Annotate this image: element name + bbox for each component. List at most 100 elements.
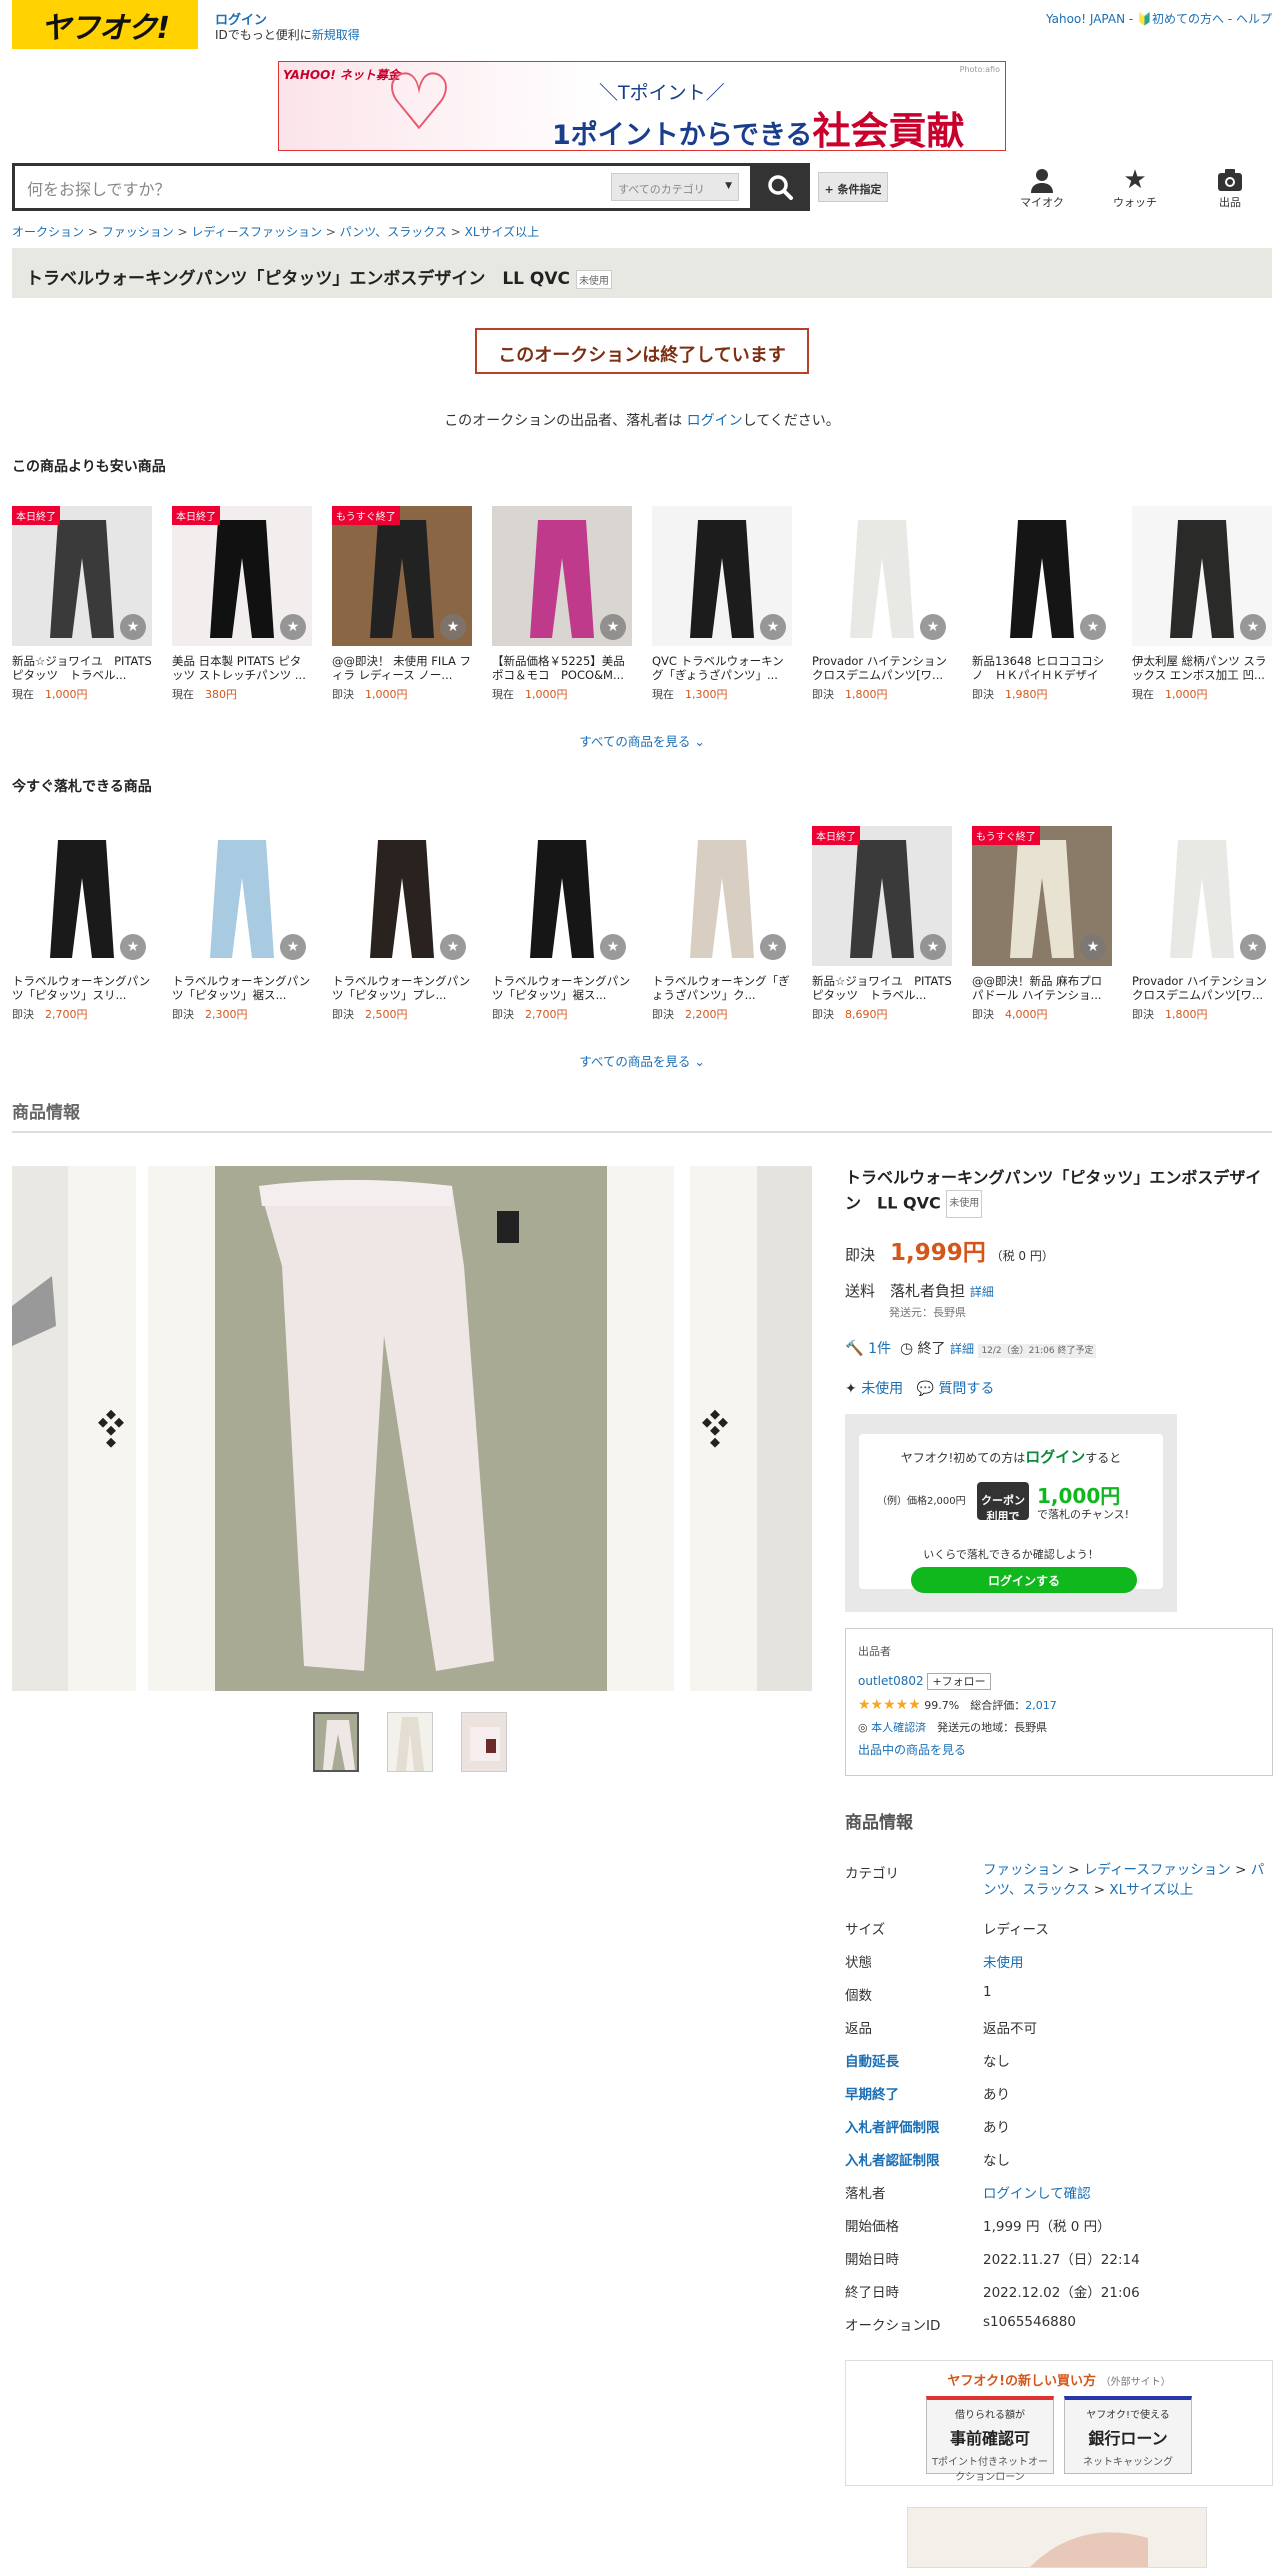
loan-card-2[interactable]: ヤフオク!で使える 銀行ローン ネットキャッシング <box>1064 2396 1192 2474</box>
watch-star-icon[interactable]: ★ <box>440 934 466 960</box>
product-name[interactable]: 新品13648 ヒロコココシノ ＨＫパイＨＫデザイン... <box>972 654 1112 682</box>
bids-link[interactable]: 1件 <box>868 1341 891 1357</box>
product-thumbnail[interactable]: ★ <box>172 826 312 966</box>
category-link[interactable]: ファッション <box>983 1862 1064 1878</box>
breadcrumb-item[interactable]: XLサイズ以上 <box>465 225 540 239</box>
product-thumbnail[interactable]: ★ <box>12 826 152 966</box>
watch-star-icon[interactable]: ★ <box>600 614 626 640</box>
category-link[interactable]: レディースファッション <box>1084 1862 1231 1878</box>
status-detail-link[interactable]: 詳細 <box>950 1342 974 1356</box>
product-thumbnail[interactable]: 本日終了 ★ <box>812 826 952 966</box>
login-notice-link[interactable]: ログイン <box>687 413 743 429</box>
search-input[interactable]: 何をお探しですか？ <box>27 176 171 200</box>
category-select[interactable]: すべてのカテゴリ <box>611 173 739 201</box>
watch-star-icon[interactable]: ★ <box>440 614 466 640</box>
product-card[interactable]: もうすぐ終了 ★ @@即決！ 未使用 FILA フィラ レディース ノー... 即決 … <box>332 506 472 702</box>
help-link[interactable]: ヘルプ <box>1236 12 1272 26</box>
watch-button[interactable]: ★ ウォッチ <box>1105 166 1165 210</box>
product-thumbnail[interactable]: ★ <box>652 826 792 966</box>
product-thumbnail[interactable]: 本日終了 ★ <box>172 506 312 646</box>
watch-star-icon[interactable]: ★ <box>1240 614 1266 640</box>
spec-key[interactable]: 早期終了 <box>845 2083 899 2103</box>
product-thumbnail[interactable]: ★ <box>652 506 792 646</box>
condition-link[interactable]: 未使用 <box>861 1381 903 1397</box>
product-card[interactable]: ★ トラベルウォーキングパンツ「ピタッツ」スリ... 即決 2,700円 <box>12 826 152 1022</box>
product-name[interactable]: トラベルウォーキングパンツ「ピタッツ」裾ス... <box>492 974 632 1002</box>
product-name[interactable]: トラベルウォーキングパンツ「ピタッツ」スリ... <box>12 974 152 1002</box>
watch-star-icon[interactable]: ★ <box>760 934 786 960</box>
watch-star-icon[interactable]: ★ <box>280 934 306 960</box>
product-name[interactable]: QVC トラベルウォーキング「ぎょうざパンツ」... <box>652 654 792 682</box>
product-thumbnail[interactable]: ★ <box>1132 826 1272 966</box>
beginner-link[interactable]: 初めての方へ <box>1152 12 1224 26</box>
seller-name-link[interactable]: outlet0802 <box>858 1674 924 1688</box>
product-name[interactable]: Provador ハイテンション クロスデニムパンツ[ワ... <box>1132 974 1272 1002</box>
my-auction-button[interactable]: マイオク <box>1012 166 1072 210</box>
breadcrumb-item[interactable]: オークション <box>12 225 84 239</box>
product-card[interactable]: ★ Provador ハイテンション クロスデニムパンツ[ワ... 即決 1,800… <box>812 506 952 702</box>
next-arrow-icon[interactable] <box>702 1409 732 1449</box>
cheaper-see-all[interactable]: すべての商品を見る ⌄ <box>0 731 1284 750</box>
condition-button[interactable]: + 条件指定 <box>818 172 888 202</box>
product-card[interactable]: 本日終了 ★ 新品☆ジョワイユ PITATS ピタッツ トラベル... 現在 1,00… <box>12 506 152 702</box>
watch-star-icon[interactable]: ★ <box>280 614 306 640</box>
spec-key[interactable]: 入札者評価制限 <box>845 2116 940 2136</box>
product-name[interactable]: @@即決！新品 麻布プロパドール ハイテンショ... <box>972 974 1112 1002</box>
watch-star-icon[interactable]: ★ <box>600 934 626 960</box>
product-thumbnail[interactable]: ★ <box>492 506 632 646</box>
buynow-see-all[interactable]: すべての商品を見る ⌄ <box>0 1051 1284 1070</box>
follow-button[interactable]: +フォロー <box>927 1673 991 1690</box>
ask-question-link[interactable]: 質問する <box>938 1381 994 1397</box>
product-card[interactable]: 本日終了 ★ 新品☆ジョワイユ PITATS ピタッツ トラベル... 即決 8,69… <box>812 826 952 1022</box>
product-card[interactable]: ★ トラベルウォーキングパンツ「ピタッツ」裾ス... 即決 2,300円 <box>172 826 312 1022</box>
product-card[interactable]: ★ 【新品価格￥5225】美品 ポコ＆モコ POCO&M... 現在 1,000円 <box>492 506 632 702</box>
watch-star-icon[interactable]: ★ <box>1080 614 1106 640</box>
prev-arrow-icon[interactable] <box>94 1409 124 1449</box>
seller-listings-link[interactable]: 出品中の商品を見る <box>858 1743 966 1757</box>
watch-star-icon[interactable]: ★ <box>920 614 946 640</box>
loan-card-1[interactable]: 借りられる額が 事前確認可 Tポイント付きネットオークションローン <box>926 2396 1054 2483</box>
shipping-detail-link[interactable]: 詳細 <box>970 1285 994 1299</box>
watch-star-icon[interactable]: ★ <box>120 934 146 960</box>
product-thumbnail[interactable]: ★ <box>492 826 632 966</box>
product-card[interactable]: 本日終了 ★ 美品 日本製 PITATS ピタッツ ストレッチパンツ ... 現在 3… <box>172 506 312 702</box>
register-link[interactable]: 新規取得 <box>312 28 360 42</box>
product-name[interactable]: 【新品価格￥5225】美品 ポコ＆モコ POCO&M... <box>492 654 632 682</box>
product-name[interactable]: トラベルウォーキングパンツ「ピタッツ」裾ス... <box>172 974 312 1002</box>
yahuoku-logo[interactable]: ヤフオク! <box>12 0 198 49</box>
product-card[interactable]: ★ トラベルウォーキングパンツ「ピタッツ」プレ... 即決 2,500円 <box>332 826 472 1022</box>
product-name[interactable]: 新品☆ジョワイユ PITATS ピタッツ トラベル... <box>12 654 152 682</box>
breadcrumb-item[interactable]: ファッション <box>102 225 174 239</box>
product-card[interactable]: ★ 新品13648 ヒロコココシノ ＨＫパイＨＫデザイン... 即決 1,980円 <box>972 506 1112 702</box>
product-name[interactable]: Provador ハイテンション クロスデニムパンツ[ワ... <box>812 654 952 682</box>
product-thumbnail[interactable]: もうすぐ終了 ★ <box>972 826 1112 966</box>
watch-star-icon[interactable]: ★ <box>1240 934 1266 960</box>
sell-button[interactable]: 出品 <box>1200 166 1260 210</box>
product-thumbnail[interactable]: ★ <box>1132 506 1272 646</box>
total-rating-link[interactable]: 2,017 <box>1025 1699 1057 1712</box>
thumbnail[interactable] <box>387 1712 433 1772</box>
spec-value[interactable]: 未使用 <box>983 1951 1024 1971</box>
yahoo-japan-link[interactable]: Yahoo! JAPAN <box>1046 12 1125 26</box>
watch-star-icon[interactable]: ★ <box>920 934 946 960</box>
product-name[interactable]: 伊太利屋 総柄パンツ スラックス エンボス加工 凹... <box>1132 654 1272 682</box>
product-thumbnail[interactable]: 本日終了 ★ <box>12 506 152 646</box>
product-card[interactable]: ★ QVC トラベルウォーキング「ぎょうざパンツ」... 現在 1,300円 <box>652 506 792 702</box>
breadcrumb-item[interactable]: パンツ、スラックス <box>340 225 447 239</box>
product-card[interactable]: ★ Provador ハイテンション クロスデニムパンツ[ワ... 即決 1,800… <box>1132 826 1272 1022</box>
promo-login-button[interactable]: ログインする <box>911 1567 1137 1593</box>
spec-value[interactable]: ログインして確認 <box>983 2182 1091 2202</box>
search-button[interactable] <box>750 163 810 211</box>
product-thumbnail[interactable]: ★ <box>332 826 472 966</box>
product-name[interactable]: トラベルウォーキングパンツ「ピタッツ」プレ... <box>332 974 472 1002</box>
watch-star-icon[interactable]: ★ <box>1080 934 1106 960</box>
verified-link[interactable]: 本人確認済 <box>871 1721 926 1734</box>
watch-star-icon[interactable]: ★ <box>760 614 786 640</box>
product-name[interactable]: 美品 日本製 PITATS ピタッツ ストレッチパンツ ... <box>172 654 312 682</box>
product-thumbnail[interactable]: もうすぐ終了 ★ <box>332 506 472 646</box>
ad-banner[interactable]: YAHOO! ネット募金 ♡ ＼Tポイント／ 1ポイントからできる社会貢献 Ph… <box>278 61 1006 151</box>
product-card[interactable]: ★ 伊太利屋 総柄パンツ スラックス エンボス加工 凹... 現在 1,000円 <box>1132 506 1272 702</box>
spec-key[interactable]: 自動延長 <box>845 2050 899 2070</box>
product-name[interactable]: 新品☆ジョワイユ PITATS ピタッツ トラベル... <box>812 974 952 1002</box>
product-card[interactable]: ★ トラベルウォーキングパンツ「ピタッツ」裾ス... 即決 2,700円 <box>492 826 632 1022</box>
